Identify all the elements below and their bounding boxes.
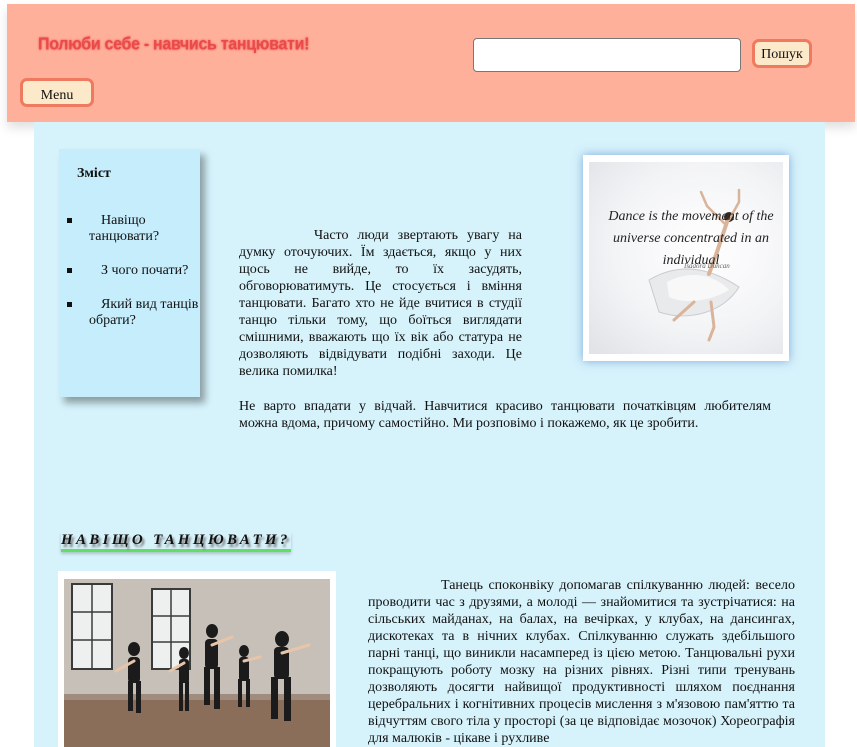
dance-class-photo — [64, 579, 330, 747]
section-heading-why-dance: НАВІЩО ТАНЦЮВАТИ? — [61, 532, 291, 552]
table-of-contents: Зміст Навіщо танцювати? З чого почати? Я… — [59, 149, 200, 397]
list-bullet-icon — [67, 302, 72, 307]
toc-title: Зміст — [77, 166, 111, 181]
hero-image-frame: Dance is the movement of the universe co… — [583, 155, 789, 361]
toc-item-label[interactable]: Який вид танців обрати? — [89, 297, 199, 329]
main-content: Зміст Навіщо танцювати? З чого почати? Я… — [34, 122, 825, 747]
list-bullet-icon — [67, 218, 72, 223]
list-bullet-icon — [67, 268, 72, 273]
toc-list: Навіщо танцювати? З чого почати? Який ви… — [59, 213, 199, 347]
section-body-text: Танець споконвіку допомагав спілкуванню … — [368, 578, 795, 746]
search-button[interactable]: Пошук — [752, 39, 812, 68]
intro-paragraph: Часто люди звертають увагу на думку оточ… — [239, 228, 522, 379]
site-header: Полюби себе - навчись танцювати! Пошук M… — [7, 4, 855, 122]
toc-item-label[interactable]: З чого почати? — [89, 263, 199, 279]
toc-item-why-dance[interactable]: Навіщо танцювати? — [59, 213, 199, 245]
site-title: Полюби себе - навчись танцювати! — [38, 35, 310, 54]
dancer-hero-image: Dance is the movement of the universe co… — [589, 162, 783, 354]
toc-item-label[interactable]: Навіщо танцювати? — [89, 213, 199, 245]
menu-button[interactable]: Menu — [20, 78, 94, 107]
hero-quote-author: Isadora Duncan — [684, 262, 730, 270]
toc-item-which-dance[interactable]: Який вид танців обрати? — [59, 297, 199, 329]
toc-item-where-to-start[interactable]: З чого почати? — [59, 263, 199, 279]
dance-class-photo-frame — [58, 571, 336, 747]
intro-paragraph-2: Не варто впадати у відчай. Навчитися кра… — [239, 399, 771, 431]
search-input[interactable] — [473, 38, 741, 72]
